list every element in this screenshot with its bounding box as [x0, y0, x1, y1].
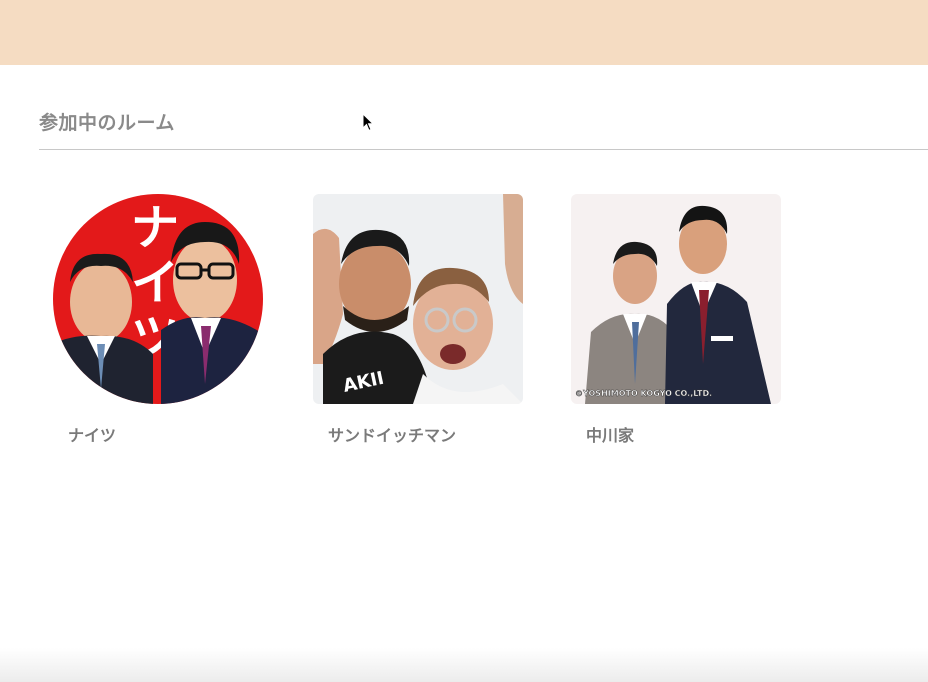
room-name[interactable]: サンドイッチマン [328, 422, 456, 446]
room-photo-nakagawake: ©YOSHIMOTO KOGYO CO.,LTD. [571, 194, 781, 404]
room-photo-naitsu: ナ イ ツ [53, 194, 263, 404]
copyright-text: ©YOSHIMOTO KOGYO CO.,LTD. [575, 389, 712, 398]
top-header-bar [0, 0, 928, 65]
room-name[interactable]: ナイツ [68, 422, 116, 446]
room-photo-sandwichman: AKII [313, 194, 523, 404]
room-name[interactable]: 中川家 [586, 422, 634, 446]
room-thumbnail[interactable]: AKII [313, 194, 523, 404]
room-thumbnail[interactable]: ナ イ ツ [53, 194, 263, 404]
room-card-sandwichman[interactable]: AKII サンドイッチマン [313, 194, 523, 445]
arrow-cursor-icon [362, 112, 375, 136]
thumb-logo-char-2: イ [131, 255, 179, 311]
section-divider [39, 149, 928, 150]
bottom-shadow [0, 648, 928, 682]
room-card-naitsu[interactable]: ナ イ ツ ナイツ [53, 194, 263, 445]
room-thumbnail[interactable]: ©YOSHIMOTO KOGYO CO.,LTD. [571, 194, 781, 404]
section-title: 参加中のルーム [39, 112, 175, 134]
room-card-nakagawake[interactable]: ©YOSHIMOTO KOGYO CO.,LTD. 中川家 [571, 194, 781, 445]
thumb-logo-char-1: ナ [131, 200, 179, 256]
